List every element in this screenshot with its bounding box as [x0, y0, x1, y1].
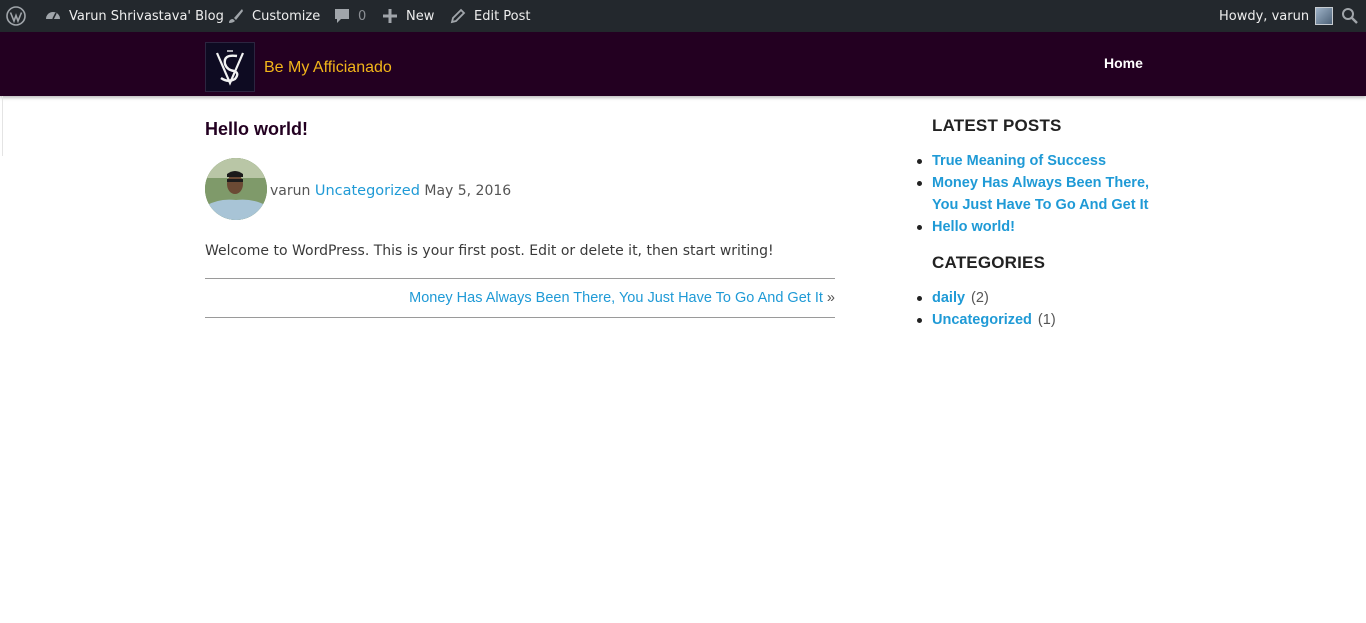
author-avatar — [205, 158, 267, 220]
avatar — [1315, 7, 1334, 25]
list-item: Money Has Always Been There, You Just Ha… — [917, 172, 1162, 216]
latest-post-link[interactable]: Hello world! — [932, 219, 1015, 235]
post-body: Welcome to WordPress. This is your first… — [205, 243, 774, 259]
side-tab — [0, 96, 3, 156]
latest-posts-title: LATEST POSTS — [932, 116, 1062, 135]
edit-post-label: Edit Post — [474, 8, 531, 24]
list-item: daily (2) — [917, 287, 1056, 309]
list-item: Uncategorized (1) — [917, 309, 1056, 331]
divider-top — [205, 278, 835, 279]
latest-post-link[interactable]: Money Has Always Been There, You Just Ha… — [932, 175, 1149, 213]
wordpress-icon — [6, 6, 26, 26]
new-content-link[interactable]: New — [380, 0, 434, 32]
dashboard-icon — [43, 6, 63, 26]
site-title[interactable]: Be My Afficianado — [264, 59, 392, 77]
post-title[interactable]: Hello world! — [205, 119, 308, 140]
categories-list: daily (2) Uncategorized (1) — [917, 287, 1056, 331]
category-count: (1) — [1037, 312, 1056, 328]
site-header: Be My Afficianado Home — [0, 32, 1366, 96]
admin-search[interactable] — [1340, 0, 1366, 32]
vs-monogram-icon — [215, 50, 245, 86]
account-menu[interactable]: Howdy, varun — [1219, 0, 1334, 32]
site-name-link[interactable]: Varun Shrivastava' Blog — [43, 0, 224, 32]
wordpress-menu[interactable] — [6, 0, 32, 32]
latest-posts-list: True Meaning of Success Money Has Always… — [917, 150, 1162, 238]
plus-icon — [380, 6, 400, 26]
category-count: (2) — [971, 290, 989, 306]
admin-bar: Varun Shrivastava' Blog Customize 0 New … — [0, 0, 1366, 32]
divider-bottom — [205, 317, 835, 318]
post-date: May 5, 2016 — [424, 183, 512, 199]
categories-title: CATEGORIES — [932, 253, 1046, 272]
next-post-link[interactable]: Money Has Always Been There, You Just Ha… — [409, 290, 823, 306]
post-meta: varun Uncategorized May 5, 2016 — [270, 183, 511, 199]
edit-post-link[interactable]: Edit Post — [448, 0, 531, 32]
search-icon — [1340, 6, 1360, 26]
category-link-uncategorized[interactable]: Uncategorized — [932, 312, 1032, 328]
site-name: Varun Shrivastava' Blog — [69, 8, 224, 24]
new-label: New — [406, 8, 435, 24]
latest-post-link[interactable]: True Meaning of Success — [932, 153, 1106, 169]
customize-label: Customize — [252, 8, 321, 24]
list-item: Hello world! — [917, 216, 1162, 238]
next-arrow: » — [826, 290, 835, 306]
post-author: varun — [270, 183, 311, 199]
category-link-daily[interactable]: daily — [932, 290, 965, 306]
pencil-icon — [448, 6, 468, 26]
howdy-label: Howdy, varun — [1219, 8, 1310, 24]
customize-link[interactable]: Customize — [226, 0, 320, 32]
comment-icon — [332, 6, 352, 26]
post-navigation: Money Has Always Been There, You Just Ha… — [205, 290, 835, 306]
post-category-link[interactable]: Uncategorized — [315, 183, 420, 199]
site-logo[interactable] — [205, 42, 255, 92]
brush-icon — [226, 6, 246, 26]
comments-link[interactable]: 0 — [332, 0, 366, 32]
list-item: True Meaning of Success — [917, 150, 1162, 172]
comments-count: 0 — [358, 8, 367, 24]
nav-home[interactable]: Home — [1104, 55, 1143, 71]
